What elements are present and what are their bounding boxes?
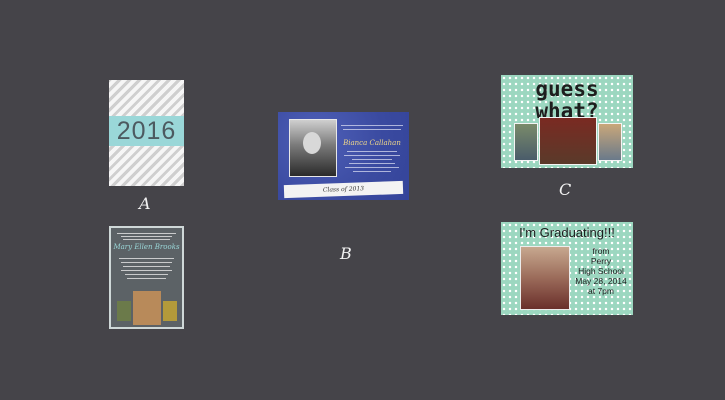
text-line — [353, 171, 391, 172]
text-line — [125, 274, 168, 275]
event-info: from Perry High School May 28, 2014 at 7… — [571, 246, 631, 296]
text-line — [123, 239, 170, 240]
year-band: 2016 — [109, 116, 184, 146]
option-label-a: A — [139, 194, 151, 213]
headline-text: guess what? — [535, 77, 599, 123]
text-line — [119, 258, 174, 259]
face-shape — [303, 132, 321, 154]
announcement-card-c-graduating[interactable]: I'm Graduating!!! from Perry High School… — [501, 222, 633, 315]
text-line — [349, 163, 395, 164]
headline-text: I'm Graduating!!! — [519, 225, 615, 240]
photo — [598, 123, 622, 161]
text-line — [344, 155, 400, 156]
card-year-text: 2016 — [116, 116, 177, 145]
info-line: at 7pm — [588, 286, 614, 296]
class-year-text: Class of 2013 — [322, 185, 365, 194]
text-line — [347, 151, 397, 152]
graduate-name: Mary Ellen Brooks — [113, 243, 180, 251]
announcement-card-b[interactable]: Bianca Callahan Class of 2013 — [278, 112, 409, 200]
graduate-name: Bianca Callahan — [343, 139, 401, 147]
info-line: Perry — [590, 256, 612, 266]
text-line — [127, 278, 166, 279]
text-line — [121, 236, 172, 237]
info-line: High School — [578, 266, 624, 276]
info-line: from — [592, 246, 610, 256]
text-line — [121, 262, 172, 263]
photo — [132, 291, 161, 325]
graduate-photo — [520, 246, 570, 310]
option-label-c: C — [559, 180, 572, 199]
photo — [116, 301, 131, 321]
info-line: May 28, 2014 — [575, 276, 627, 286]
announcement-card-a-photos[interactable]: Mary Ellen Brooks — [109, 226, 184, 329]
text-line — [341, 125, 403, 126]
announcement-card-c-guess[interactable]: guess what? — [501, 75, 633, 168]
photo — [514, 123, 538, 161]
text-line — [121, 270, 172, 271]
text-line — [343, 129, 401, 130]
graduate-photo — [289, 119, 337, 177]
text-line — [345, 167, 399, 168]
photo — [162, 301, 177, 321]
class-banner: Class of 2013 — [283, 180, 404, 199]
photo-strip — [113, 291, 180, 327]
text-line — [352, 159, 392, 160]
announcement-card-a-chevron[interactable]: 2016 — [109, 80, 184, 186]
photo — [539, 117, 597, 165]
text-line — [123, 266, 170, 267]
text-line — [117, 233, 176, 234]
option-label-b: B — [340, 244, 352, 263]
